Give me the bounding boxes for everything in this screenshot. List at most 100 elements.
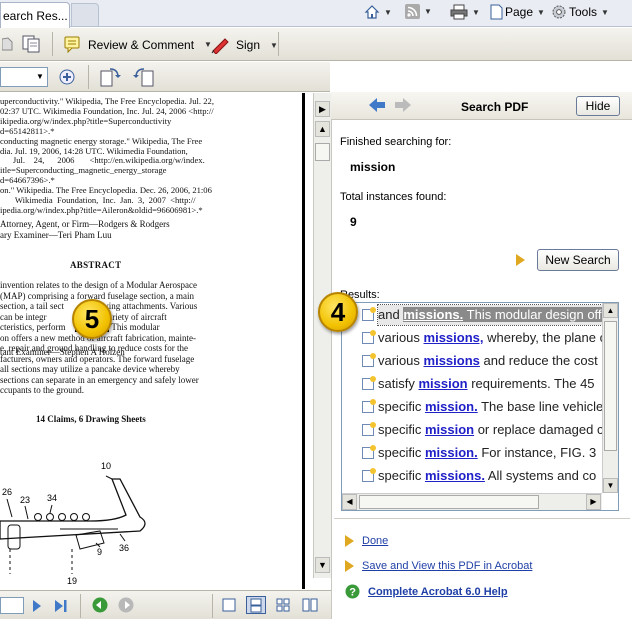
page-number-input[interactable] [0, 597, 24, 614]
tools-menu[interactable]: Tools ▼ [551, 4, 609, 20]
scroll-up-arrow[interactable]: ▲ [315, 121, 330, 137]
result-suffix: or replace damaged c [474, 422, 604, 437]
scroll-up-arrow[interactable]: ▲ [603, 303, 618, 318]
scroll-down-arrow[interactable]: ▼ [603, 478, 618, 493]
continuous-facing-icon[interactable] [302, 598, 318, 612]
abstract-line-text: cteristics, perform [0, 322, 66, 332]
result-page-icon [362, 445, 376, 459]
drawing-label: 10 [101, 461, 111, 471]
zoom-in-icon[interactable] [59, 69, 75, 85]
copy-icon[interactable] [22, 35, 40, 53]
finished-label: Finished searching for: [340, 136, 452, 148]
scroll-down-arrow[interactable]: ▼ [315, 557, 330, 573]
review-comment-button[interactable]: Review & Comment ▼ [64, 36, 212, 53]
go-back-icon[interactable] [92, 597, 108, 613]
review-comment-label: Review & Comment [88, 37, 195, 52]
result-item[interactable]: various missions, whereby, the plane c [378, 328, 618, 348]
drawing-label: 23 [20, 495, 30, 505]
save-view-link-row: Save and View this PDF in Acrobat [345, 560, 532, 572]
browser-tab-active[interactable]: earch Res... [0, 2, 70, 28]
results-vscrollbar[interactable]: ▲ ▼ [602, 303, 618, 493]
result-page-icon [362, 422, 376, 436]
result-page-icon [362, 399, 376, 413]
page-navigation-bar [0, 590, 331, 619]
forward-arrow-icon[interactable] [395, 98, 411, 112]
print-button[interactable]: ▼ [450, 4, 480, 20]
arrow-right-icon [516, 254, 525, 266]
result-item[interactable]: satisfy mission requirements. The 45 [378, 374, 618, 394]
result-item[interactable]: and missions. This modular design offers [377, 304, 618, 326]
go-forward-icon[interactable] [118, 597, 134, 613]
document-scrollbar[interactable]: ▶ ▲ ▼ [313, 93, 331, 578]
result-prefix: specific [378, 468, 425, 483]
search-panel-header: Search PDF Hide [331, 92, 632, 120]
next-page-icon[interactable] [32, 600, 42, 612]
chevron-down-icon: ▼ [36, 72, 44, 81]
continuous-page-icon[interactable] [246, 596, 266, 614]
scroll-right-arrow[interactable]: ▶ [586, 494, 601, 510]
abstract-line: sections can separate in an emergency an… [0, 374, 199, 385]
result-keyword: missions [423, 353, 480, 368]
comment-icon [64, 36, 80, 53]
examiner-line: ary Examiner—Teri Pham Luu [0, 230, 112, 240]
browser-tab-new[interactable] [71, 3, 99, 27]
zoom-select[interactable]: ▼ [0, 67, 48, 87]
new-search-button[interactable]: New Search [537, 249, 619, 271]
page-menu[interactable]: Page ▼ [490, 4, 545, 20]
facing-pages-icon[interactable] [276, 598, 290, 612]
gear-icon [552, 5, 566, 19]
home-button[interactable]: ▼ [364, 4, 392, 20]
rotate-page-icon[interactable] [100, 67, 122, 87]
rss-icon [405, 4, 420, 19]
back-arrow-icon[interactable] [369, 98, 385, 112]
result-suffix: All systems and co [484, 468, 597, 483]
claims-line: 14 Claims, 6 Drawing Sheets [36, 414, 146, 424]
acrobat-toolbar-secondary: ▼ [0, 62, 330, 92]
scroll-thumb[interactable] [359, 495, 539, 509]
result-item[interactable]: specific mission or replace damaged c [378, 420, 618, 440]
result-prefix: specific [378, 445, 425, 460]
done-link[interactable]: Done [362, 535, 388, 547]
done-link-row: Done [345, 535, 388, 547]
results-hscrollbar[interactable]: ◀ ▶ [342, 493, 602, 510]
scroll-left-arrow[interactable]: ◀ [342, 494, 357, 510]
chevron-down-icon: ▼ [601, 7, 609, 17]
abstract-line: can be integr offer a variety of aircraf… [0, 311, 167, 322]
result-keyword: missions. [424, 468, 485, 483]
result-item[interactable]: specific mission. The base line vehicle [378, 397, 618, 417]
hide-button[interactable]: Hide [576, 96, 620, 116]
examiner-line: Attorney, Agent, or Firm—Rodgers & Rodge… [0, 219, 170, 229]
callout-badge-5: 5 [72, 299, 112, 339]
sign-button[interactable]: Sign ▼ [210, 36, 278, 54]
help-link-row: ? Complete Acrobat 6.0 Help [345, 584, 508, 599]
abstract-line: e, repair and ground handling to reduce … [0, 343, 188, 353]
result-item[interactable]: various missions and reduce the cost [378, 351, 618, 371]
chevron-down-icon: ▼ [270, 40, 278, 50]
result-suffix: For instance, FIG. 3 [477, 445, 597, 460]
single-page-icon[interactable] [222, 598, 236, 612]
abstract-line: invention relates to the design of a Mod… [0, 280, 197, 290]
rotate-counter-icon[interactable] [132, 67, 154, 87]
document-view[interactable]: uperconductivity." Wikipedia, The Free E… [0, 93, 305, 589]
reference-line: conducting magnetic energy storage." Wik… [0, 135, 203, 146]
scroll-thumb[interactable] [604, 321, 617, 451]
scroll-right-arrow[interactable]: ▶ [315, 101, 330, 117]
save-view-link[interactable]: Save and View this PDF in Acrobat [362, 560, 532, 572]
printer-icon [450, 4, 468, 20]
chevron-down-icon: ▼ [384, 7, 392, 17]
result-item[interactable]: specific missions. All systems and co [378, 466, 618, 486]
results-list[interactable]: and missions. This modular design offers… [341, 302, 619, 511]
result-item[interactable]: specific mission. For instance, FIG. 3 [378, 443, 618, 463]
tab-title: earch Res... [3, 9, 68, 23]
callout-badge-4: 4 [318, 292, 358, 332]
drawing-label: 34 [47, 493, 57, 503]
arrow-right-icon [345, 560, 354, 572]
feeds-button[interactable]: ▼ [405, 4, 432, 19]
help-link[interactable]: Complete Acrobat 6.0 Help [368, 586, 508, 598]
result-suffix: and reduce the cost [479, 353, 598, 368]
hand-icon[interactable] [2, 36, 14, 52]
scroll-thumb[interactable] [315, 143, 330, 161]
result-prefix: satisfy [378, 376, 419, 391]
abstract-line: cteristics, performmissions. This modula… [0, 322, 300, 333]
last-page-icon[interactable] [54, 600, 68, 612]
